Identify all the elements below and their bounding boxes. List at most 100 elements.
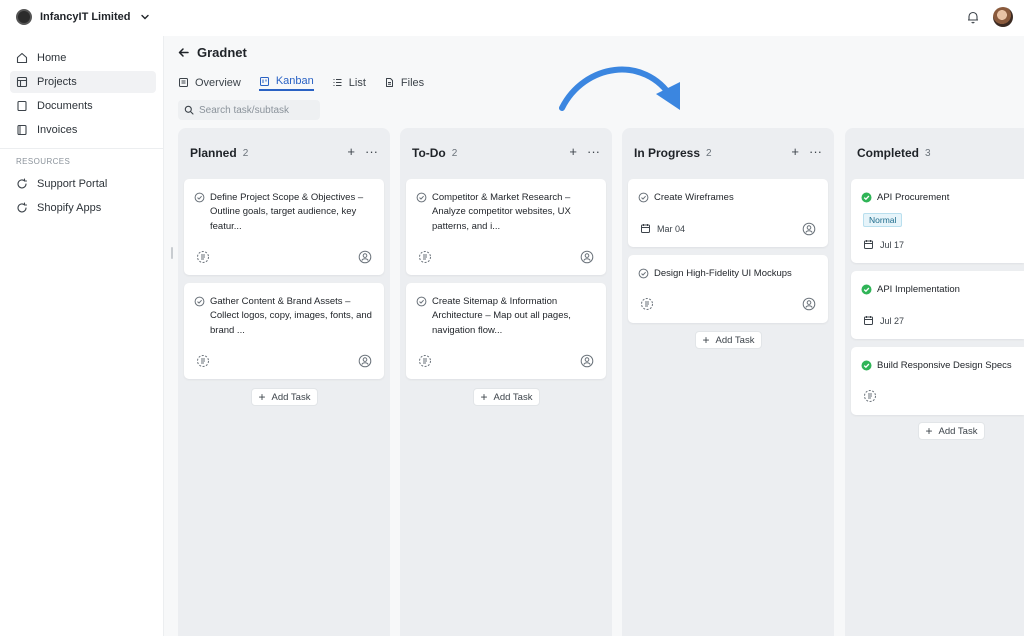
card-title: API Implementation <box>877 284 960 295</box>
home-icon <box>16 52 28 64</box>
assign-user-icon[interactable] <box>580 354 594 368</box>
task-card[interactable]: Create Sitemap & Information Architectur… <box>406 283 606 379</box>
task-card[interactable]: Build Responsive Design Specs <box>851 347 1024 415</box>
kanban-icon <box>259 76 269 86</box>
sidebar-item-projects[interactable]: Projects <box>10 71 156 93</box>
tab-kanban[interactable]: Kanban <box>258 74 314 91</box>
refresh-icon <box>17 202 28 213</box>
more-options-button[interactable]: ··· <box>809 145 822 158</box>
kanban-column-completed: Completed 3 API Procurement Normal Jul 1… <box>845 128 1024 636</box>
check-circle-filled-icon[interactable] <box>861 360 872 371</box>
task-search[interactable] <box>178 100 320 120</box>
task-card[interactable]: Design High-Fidelity UI Mockups <box>628 255 828 323</box>
sidebar-item-label: Home <box>37 52 67 64</box>
task-card[interactable]: Competitor & Market Research – Analyze c… <box>406 179 606 275</box>
more-options-button[interactable]: ··· <box>587 145 600 158</box>
column-header: In Progress 2 <box>634 146 712 160</box>
add-task-button[interactable]: + Add Task <box>695 331 762 349</box>
check-circle-icon[interactable] <box>638 268 649 279</box>
due-date-text: Jul 17 <box>880 239 905 250</box>
invoice-icon <box>17 124 27 136</box>
check-circle-icon[interactable] <box>638 192 649 203</box>
card-title: Gather Content & Brand Assets – Collect … <box>210 296 372 336</box>
task-card[interactable]: Create Wireframes Mar 04 <box>628 179 828 247</box>
column-actions: + ··· <box>347 145 378 158</box>
check-circle-icon[interactable] <box>416 296 427 307</box>
top-bar: InfancyIT Limited <box>0 0 1024 36</box>
search-input[interactable] <box>199 104 317 116</box>
subtask-icon[interactable] <box>418 250 432 264</box>
subtask-icon[interactable] <box>640 297 654 311</box>
add-card-button[interactable]: + <box>791 145 799 158</box>
check-circle-icon[interactable] <box>194 296 205 307</box>
subtask-icon[interactable] <box>196 354 210 368</box>
calendar-icon <box>864 316 873 325</box>
check-circle-filled-icon[interactable] <box>861 284 872 295</box>
add-task-button[interactable]: + Add Task <box>473 388 540 406</box>
check-circle-filled-icon[interactable] <box>861 192 872 203</box>
sidebar: Home Projects Documents Invoices RESOURC… <box>0 36 164 636</box>
projects-icon <box>16 76 28 88</box>
sidebar-item-invoices[interactable]: Invoices <box>10 119 156 141</box>
assign-user-icon[interactable] <box>358 250 372 264</box>
due-date[interactable]: Jul 17 <box>863 239 904 250</box>
tab-list[interactable]: List <box>332 74 366 91</box>
assign-user-icon[interactable] <box>580 250 594 264</box>
task-card[interactable]: Define Project Scope & Objectives – Outl… <box>184 179 384 275</box>
due-date[interactable]: Jul 27 <box>863 315 904 326</box>
list-icon <box>333 79 342 86</box>
sidebar-item-documents[interactable]: Documents <box>10 95 156 117</box>
tab-label: List <box>348 76 366 89</box>
sidebar-item-support-portal[interactable]: Support Portal <box>10 173 156 195</box>
priority-badge[interactable]: Normal <box>863 213 903 227</box>
assign-user-icon[interactable] <box>802 297 816 311</box>
card-title: Create Wireframes <box>654 192 734 203</box>
task-card[interactable]: API Procurement Normal Jul 17 <box>851 179 1024 263</box>
add-card-button[interactable]: + <box>569 145 577 158</box>
tab-label: Files <box>400 76 425 89</box>
assign-user-icon[interactable] <box>802 222 816 236</box>
due-date[interactable]: Mar 04 <box>640 223 685 234</box>
column-actions: + ··· <box>791 145 822 158</box>
plus-icon: + <box>925 424 933 438</box>
sidebar-item-label: Documents <box>37 100 93 112</box>
card-title-row: Competitor & Market Research – Analyze c… <box>416 191 596 234</box>
card-title: Define Project Scope & Objectives – Outl… <box>210 192 364 232</box>
add-task-button[interactable]: + Add Task <box>918 422 985 440</box>
check-circle-icon[interactable] <box>194 192 205 203</box>
add-task-button[interactable]: + Add Task <box>251 388 318 406</box>
user-avatar[interactable] <box>993 7 1013 27</box>
sidebar-item-label: Projects <box>37 76 77 88</box>
sidebar-item-shopify-apps[interactable]: Shopify Apps <box>10 197 156 219</box>
calendar-icon <box>641 224 650 233</box>
sidebar-resize-handle[interactable] <box>171 247 173 259</box>
tab-label: Overview <box>195 76 241 89</box>
task-card[interactable]: Gather Content & Brand Assets – Collect … <box>184 283 384 379</box>
refresh-icon <box>17 178 28 189</box>
tab-files[interactable]: Files <box>384 74 424 91</box>
more-options-button[interactable]: ··· <box>365 145 378 158</box>
subtask-icon[interactable] <box>418 354 432 368</box>
assign-user-icon[interactable] <box>358 354 372 368</box>
card-title: Build Responsive Design Specs <box>877 360 1012 371</box>
tab-overview[interactable]: Overview <box>178 74 241 91</box>
search-icon <box>184 105 194 115</box>
sidebar-item-home[interactable]: Home <box>10 47 156 69</box>
subtask-icon[interactable] <box>196 250 210 264</box>
section-label-resources: RESOURCES <box>16 157 71 166</box>
page-title: Gradnet <box>178 45 247 60</box>
project-tabs: Overview Kanban List Files <box>178 74 424 94</box>
task-card[interactable]: API Implementation Jul 27 <box>851 271 1024 339</box>
sidebar-item-label: Invoices <box>37 124 78 136</box>
column-title: In Progress <box>634 146 701 160</box>
add-task-label: Add Task <box>493 391 533 403</box>
back-arrow-icon[interactable] <box>178 47 189 58</box>
bell-icon[interactable] <box>966 10 980 24</box>
subtask-icon[interactable] <box>863 389 877 403</box>
add-card-button[interactable]: + <box>347 145 355 158</box>
check-circle-icon[interactable] <box>416 192 427 203</box>
column-count: 2 <box>706 147 712 159</box>
card-title-row: Design High-Fidelity UI Mockups <box>638 267 818 281</box>
card-title: API Procurement <box>877 192 950 203</box>
org-switcher[interactable]: InfancyIT Limited <box>16 9 150 25</box>
